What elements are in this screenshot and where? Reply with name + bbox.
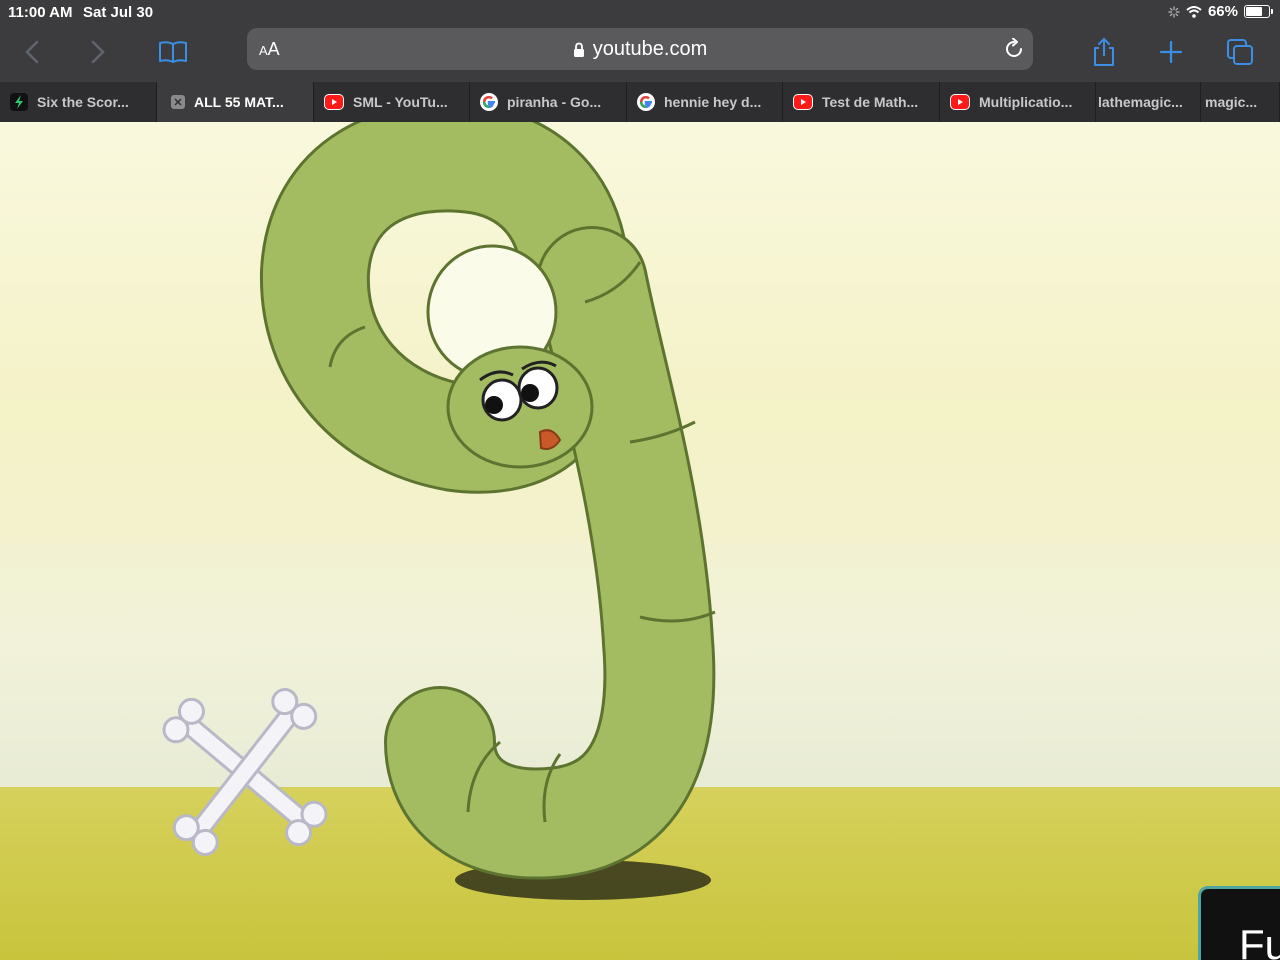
tab-label: lathemagic... <box>1098 94 1183 110</box>
forward-icon <box>91 40 105 64</box>
tab-hennie-hey[interactable]: hennie hey d... <box>627 82 783 122</box>
caption-text: Fu <box>1239 921 1280 960</box>
tab-label: ALL 55 MAT... <box>194 94 284 110</box>
tab-sml-youtube[interactable]: SML - YouTu... <box>314 82 470 122</box>
video-player[interactable]: Fu <box>0 122 1280 960</box>
tab-label: Multiplicatio... <box>979 94 1073 110</box>
youtube-favicon <box>793 94 813 110</box>
reload-icon[interactable] <box>1003 38 1025 60</box>
url-text: youtube.com <box>592 38 708 60</box>
battery-icon <box>1244 5 1273 18</box>
tab-mathemagic[interactable]: lathemagic... <box>1096 82 1201 122</box>
video-caption-card[interactable]: Fu <box>1198 886 1280 960</box>
tab-label: piranha - Go... <box>507 94 602 110</box>
tab-six-the-score[interactable]: Six the Scor... <box>0 82 157 122</box>
tab-label: Six the Scor... <box>37 94 129 110</box>
tab-piranha-google[interactable]: piranha - Go... <box>470 82 627 122</box>
back-button[interactable] <box>12 32 52 72</box>
new-tab-icon <box>1159 40 1183 64</box>
tab-magic[interactable]: magic... <box>1201 82 1280 122</box>
status-time: 11:00 AM <box>8 4 73 21</box>
new-tab-button[interactable] <box>1151 32 1191 72</box>
youtube-favicon <box>950 94 970 110</box>
tab-multiplication[interactable]: Multiplicatio... <box>940 82 1096 122</box>
forward-button[interactable] <box>78 32 118 72</box>
lock-icon <box>573 42 584 57</box>
status-date: Sat Jul 30 <box>83 4 154 21</box>
google-favicon <box>637 93 655 111</box>
google-favicon <box>480 93 498 111</box>
tab-label: SML - YouTu... <box>353 94 448 110</box>
url-display[interactable]: youtube.com <box>247 38 1033 61</box>
tab-test-de-math[interactable]: Test de Math... <box>783 82 940 122</box>
browser-toolbar: AA youtube.com <box>0 24 1280 82</box>
share-button[interactable] <box>1084 32 1124 72</box>
battery-percent: 66% <box>1207 3 1238 20</box>
tab-label: magic... <box>1205 94 1258 110</box>
score-favicon <box>10 93 28 111</box>
close-tab-icon[interactable]: ✕ <box>171 95 185 109</box>
battery-fill <box>1246 7 1262 16</box>
tabs-overview-icon <box>1227 39 1253 65</box>
youtube-favicon <box>324 94 344 110</box>
activity-icon <box>1168 5 1180 18</box>
bookmarks-button[interactable] <box>153 32 193 72</box>
tab-bar: Six the Scor... ✕ ALL 55 MAT... SML - Yo… <box>0 82 1280 122</box>
tab-label: hennie hey d... <box>664 94 762 110</box>
status-indicators: 66% <box>1168 3 1273 20</box>
tab-label: Test de Math... <box>822 94 919 110</box>
back-icon <box>25 40 39 64</box>
address-bar[interactable]: AA youtube.com <box>247 28 1033 70</box>
video-frame <box>0 122 1280 960</box>
bookmarks-icon <box>159 41 187 63</box>
tabs-overview-button[interactable] <box>1220 32 1260 72</box>
status-bar: 11:00 AM Sat Jul 30 66% <box>0 0 1280 24</box>
wifi-icon <box>1186 5 1202 18</box>
share-icon <box>1094 37 1114 66</box>
tab-all-55-mat[interactable]: ✕ ALL 55 MAT... <box>157 82 314 122</box>
